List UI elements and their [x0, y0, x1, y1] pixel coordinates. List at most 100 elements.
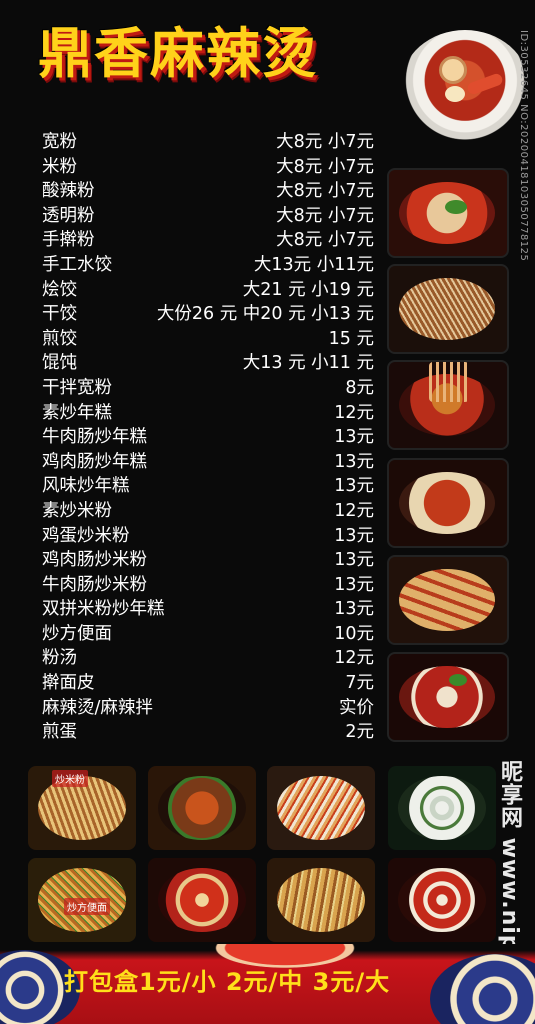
plate [398, 868, 486, 932]
menu-item-price: 13元 [334, 550, 374, 571]
menu-item-price: 13元 [334, 525, 374, 546]
plate [399, 472, 495, 534]
menu-item-name: 透明粉 [42, 205, 95, 226]
menu-item-name: 双拼米粉炒年糕 [42, 599, 165, 620]
plate [158, 776, 246, 840]
menu-item-name: 牛肉肠炒米粉 [42, 574, 147, 595]
menu-item-price: 2元 [345, 722, 374, 743]
plate [398, 776, 486, 840]
plate [399, 182, 495, 244]
menu-item: 鸡蛋炒米粉 13元 [42, 524, 374, 549]
menu-item-name: 炒方便面 [42, 623, 112, 644]
menu-item: 素炒年糕 12元 [42, 401, 374, 426]
menu-item: 牛肉肠炒米粉 13元 [42, 573, 374, 598]
menu-item-name: 风味炒年糕 [42, 476, 130, 497]
herb-garnish [449, 674, 467, 686]
menu-item: 素炒米粉 12元 [42, 499, 374, 524]
menu-item: 手擀粉 大8元 小7元 [42, 228, 374, 253]
menu-item: 馄饨 大13 元 小11 元 [42, 351, 374, 376]
menu-item-price: 大8元 小7元 [276, 156, 374, 177]
menu-item: 鸡肉肠炒年糕 13元 [42, 450, 374, 475]
menu-item: 煎饺 15 元 [42, 327, 374, 352]
menu-item: 烩饺 大21 元 小19 元 [42, 278, 374, 303]
menu-item: 麻辣烫/麻辣拌 实价 [42, 696, 374, 721]
menu-item: 风味炒年糕 13元 [42, 474, 374, 499]
menu-item-name: 手擀粉 [42, 230, 95, 251]
menu-item-price: 大8元 小7元 [276, 132, 374, 152]
menu-item-name: 牛肉肠炒年糕 [42, 427, 147, 448]
menu-item-price: 大13 元 小11 元 [242, 353, 374, 374]
takeaway-box-price: 打包盒1元/小 2元/中 3元/大 [64, 968, 391, 996]
menu-item: 炒方便面 10元 [42, 622, 374, 647]
menu-item-name: 煎蛋 [42, 722, 77, 743]
menu-item-price: 大8元 小7元 [276, 205, 374, 226]
egg-piece [445, 86, 465, 102]
menu-item-price: 12元 [334, 648, 374, 669]
plate [399, 569, 495, 631]
menu-item-name: 鸡肉肠炒年糕 [42, 451, 147, 472]
menu-item-name: 粉汤 [42, 648, 77, 669]
sausage-piece [466, 72, 504, 96]
menu-item-name: 鸡蛋炒米粉 [42, 525, 130, 546]
noodle-dish-photo-2 [387, 264, 509, 354]
menu-item-price: 13元 [334, 574, 374, 595]
menu-item-price: 大21 元 小19 元 [242, 279, 374, 300]
plate [277, 776, 365, 840]
menu-item: 透明粉 大8元 小7元 [42, 204, 374, 229]
menu-item-name: 干饺 [42, 304, 77, 325]
plate [399, 278, 495, 340]
menu-item-name: 麻辣烫/麻辣拌 [42, 697, 153, 718]
fried-noodles-photo: 炒米粉 [28, 766, 136, 850]
menu-item: 酸辣粉 大8元 小7元 [42, 179, 374, 204]
menu-item-price: 12元 [334, 402, 374, 423]
menu-item-name: 米粉 [42, 156, 77, 177]
menu-item-name: 宽粉 [42, 132, 77, 152]
spicy-dumplings-photo [388, 858, 496, 942]
image-id-watermark: ID:30532645 NO:20200418103050778125 [518, 30, 529, 262]
shop-title: 鼎香麻辣烫 [38, 21, 318, 85]
menu-item-name: 素炒年糕 [42, 402, 112, 423]
menu-item-price: 大份26 元 中20 元 小13 元 [156, 304, 374, 325]
dish-label: 炒方便面 [64, 898, 110, 915]
cloud-pattern-right [430, 954, 535, 1024]
menu-item-name: 手工水饺 [42, 254, 112, 275]
menu-item: 粉汤 12元 [42, 646, 374, 671]
menu-item: 双拼米粉炒年糕 13元 [42, 597, 374, 622]
stir-fry-photo-2 [267, 766, 375, 850]
menu-item-price: 12元 [334, 500, 374, 521]
menu-item-name: 馄饨 [42, 353, 77, 374]
menu-item-name: 鸡肉肠炒米粉 [42, 550, 147, 571]
menu-item-price: 实价 [339, 697, 374, 718]
menu-item-price: 13元 [334, 451, 374, 472]
menu-item-price: 15 元 [328, 328, 374, 349]
noodle-dish-photo-4 [387, 458, 509, 548]
noodle-dish-photo-5 [387, 555, 509, 645]
menu-item: 干拌宽粉 8元 [42, 376, 374, 401]
menu-item: 牛肉肠炒年糕 13元 [42, 425, 374, 450]
menu-item-price: 7元 [345, 673, 374, 694]
menu-item-name: 擀面皮 [42, 673, 95, 694]
plate [158, 868, 246, 932]
menu-item-price: 13元 [334, 427, 374, 448]
noodle-dish-photo-1 [387, 168, 509, 258]
stir-fry-photo-3 [267, 858, 375, 942]
menu-item: 米粉 大8元 小7元 [42, 155, 374, 180]
menu-item-name: 素炒米粉 [42, 500, 112, 521]
noodle-dish-photo-3 [387, 360, 509, 450]
fried-instant-noodles-photo: 炒方便面 [28, 858, 136, 942]
menu-item: 手工水饺 大13元 小11元 [42, 253, 374, 278]
menu-item-name: 煎饺 [42, 328, 77, 349]
menu-item: 擀面皮 7元 [42, 671, 374, 696]
menu-item-price: 大8元 小7元 [276, 230, 374, 251]
menu-item: 干饺 大份26 元 中20 元 小13 元 [42, 302, 374, 327]
lotus-slice [439, 56, 467, 84]
herb-garnish [445, 200, 467, 214]
chopsticks [429, 362, 469, 402]
menu-item-price: 13元 [334, 476, 374, 497]
noodle-dish-photo-6 [387, 652, 509, 742]
menu-item: 宽粉 大8元 小7元 [42, 130, 374, 155]
plate [399, 666, 495, 728]
menu-list: 宽粉 大8元 小7元 米粉 大8元 小7元 酸辣粉 大8元 小7元 透明粉 大8元 小7… [42, 130, 374, 745]
stir-fry-photo-1 [148, 766, 256, 850]
menu-item-name: 干拌宽粉 [42, 377, 112, 398]
